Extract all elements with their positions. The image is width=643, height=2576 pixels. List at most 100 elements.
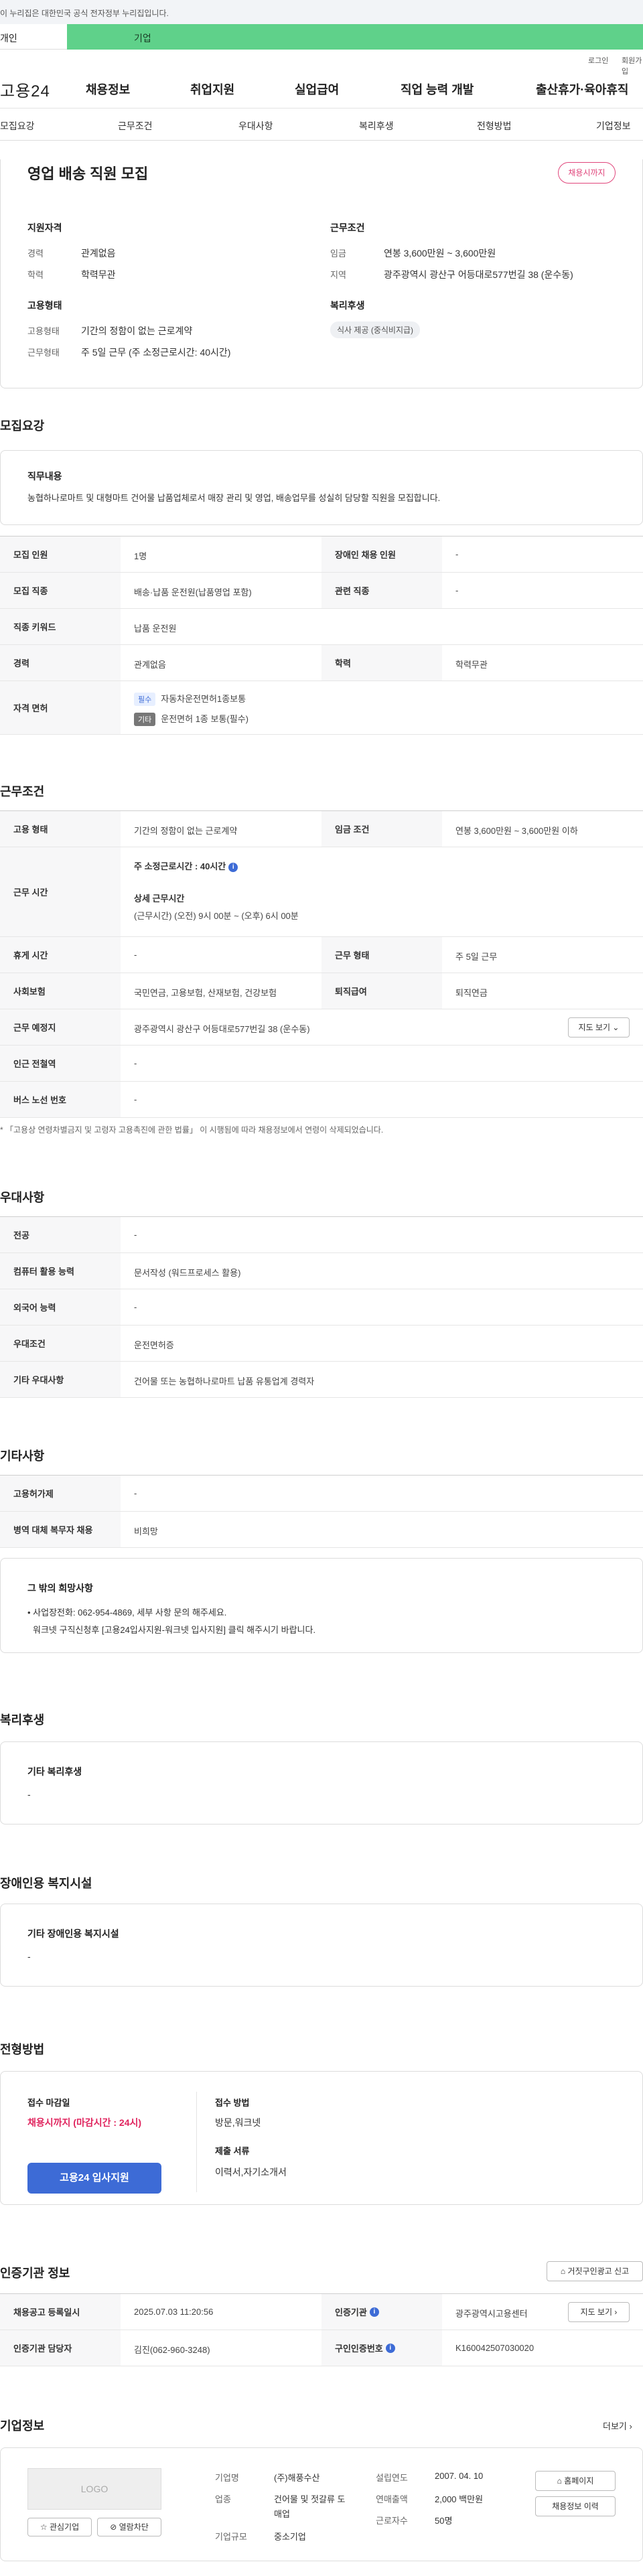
founded-value: 2007. 04. 10 [435, 2471, 484, 2481]
welfare-card: 기타 복리후생 - [0, 1741, 643, 1824]
disability-card-heading: 기타 장애인용 복지시설 [27, 1928, 119, 1939]
duty-card: 직무내용 농협하나로마트 및 대형마트 건어물 납품업체로서 매장 관리 및 영… [0, 450, 643, 525]
company-more-link[interactable]: 더보기 › [603, 2419, 632, 2432]
agency-map-button[interactable]: 지도 보기 › [568, 2302, 630, 2322]
table-row: 컴퓨터 활용 능력 문서작성 (워드프로세스 활용) [0, 1253, 643, 1289]
block-view-button[interactable]: ⊘ 열람차단 [97, 2518, 161, 2536]
method-value: 방문,워크넷 [215, 2117, 261, 2128]
nav-parental-leave[interactable]: 출산휴가·육아휴직 [536, 80, 628, 98]
anchor-recruit[interactable]: 모집요강 [0, 119, 35, 133]
table-row: 버스 노선 번호 - [0, 1082, 643, 1118]
info-icon[interactable]: i [369, 2307, 379, 2317]
global-nav: 고용24 채용정보 취업지원 실업급여 직업 능력 개발 출산휴가·육아휴직 [0, 64, 643, 109]
row-value: - [134, 1302, 137, 1312]
tab-personal[interactable]: 개인 [0, 24, 67, 50]
homepage-button[interactable]: ⌂ 홈페이지 [535, 2471, 616, 2491]
license-required-value: 자동차운전면허1종보통 [161, 694, 246, 704]
report-fake-ad-button[interactable]: ⌂ 거짓구인광고 신고 [547, 2261, 643, 2281]
industry-value: 건어물 및 젓갈류 도매업 [274, 2494, 346, 2519]
row-header: 퇴직급여 [322, 973, 442, 1009]
row-header: 근무 형태 [322, 937, 442, 973]
divider [196, 2092, 197, 2192]
row-header: 모집 직종 [0, 573, 121, 608]
wish-line-1: • 사업장전화: 062-954-4869, 세부 사항 문의 해주세요. [27, 1607, 227, 1618]
disability-card-value: - [27, 1951, 31, 1962]
recruit-table: 모집 인원 1명 장애인 채용 인원 - 모집 직종 배송·납품 운전원(납품영… [0, 536, 643, 735]
size-value: 중소기업 [274, 2532, 306, 2542]
welfare-chip: 식사 제공 (중식비지급) [330, 321, 421, 338]
docs-value: 이력서,자기소개서 [215, 2167, 287, 2177]
interest-company-button[interactable]: ☆ 관심기업 [27, 2518, 92, 2536]
tab-company-label: 기업 [134, 33, 151, 44]
tab-company[interactable]: 기업 [67, 24, 643, 50]
anchor-conditions[interactable]: 근무조건 [118, 119, 153, 133]
table-row: 전공 - [0, 1217, 643, 1253]
workform-label: 근무형태 [27, 348, 60, 358]
job-history-button[interactable]: 채용정보 이력 [535, 2496, 616, 2516]
other-table: 고용허가제 - 병역 대체 복무자 채용 비희망 [0, 1475, 643, 1548]
anchor-selection[interactable]: 전형방법 [477, 119, 512, 133]
row-value: 건어물 또는 농협하나로마트 납품 유통업계 경력자 [134, 1376, 315, 1386]
hours-detail-value: (근무시간) (오전) 9시 00분 ~ (오후) 6시 00분 [134, 911, 299, 921]
wish-heading: 그 밖의 희망사항 [27, 1583, 93, 1593]
table-row: 근무 시간 주 소정근로시간 : 40시간 i 상세 근무시간 (근무시간) (오… [0, 847, 643, 937]
disability-title: 장애인용 복지시설 [0, 1877, 92, 1890]
row-header: 사회보험 [0, 973, 121, 1009]
row-header: 직종 키워드 [0, 609, 121, 644]
nav-unemployment-benefit[interactable]: 실업급여 [295, 80, 339, 98]
license-required: 필수 자동차운전면허1종보통 [134, 692, 246, 706]
row-header: 병역 대체 복무자 채용 [0, 1512, 121, 1547]
wage-label: 임금 [330, 248, 346, 259]
revenue-label: 연매출액 [376, 2494, 408, 2504]
row-value: 2025.07.03 11:20:56 [134, 2307, 214, 2317]
row-value: - [134, 950, 137, 960]
nav-employment-support[interactable]: 취업지원 [190, 80, 234, 98]
anchor-company[interactable]: 기업정보 [596, 119, 631, 133]
agency-label: 인증기관 [335, 2307, 367, 2317]
row-value: 납품 운전원 [134, 624, 177, 634]
gov-banner-text: 이 누리집은 대한민국 공식 전자정부 누리집입니다. [0, 9, 169, 18]
row-value: 광주광역시 광산구 어등대로577번길 38 (운수동) [134, 1024, 310, 1034]
table-row: 고용허가제 - [0, 1476, 643, 1512]
region-label: 지역 [330, 270, 346, 280]
row-value: 운전면허증 [134, 1340, 174, 1350]
row-header: 인증기관 i [322, 2294, 442, 2330]
home-icon: ⌂ [557, 2476, 562, 2486]
table-row: 근무 예정지 광주광역시 광산구 어등대로577번길 38 (운수동) 지도 보… [0, 1009, 643, 1046]
anchor-welfare[interactable]: 복리후생 [359, 119, 394, 133]
section-anchor-tabs: 모집요강 근무조건 우대사항 복리후생 전형방법 기업정보 [0, 109, 643, 141]
row-value: 퇴직연금 [455, 988, 488, 998]
info-icon[interactable]: i [385, 2343, 395, 2353]
info-icon[interactable]: i [228, 862, 238, 872]
employees-label: 근로자수 [376, 2516, 408, 2526]
wage-value: 연봉 3,600만원 ~ 3,600만원 [384, 248, 496, 259]
row-value: 관계없음 [134, 660, 166, 670]
nav-job-info[interactable]: 채용정보 [86, 80, 130, 98]
emp-heading: 고용형태 [27, 300, 62, 311]
conditions-table: 고용 형태 기간의 정함이 없는 근로계약 임금 조건 연봉 3,600만원 ~… [0, 810, 643, 1118]
table-row: 모집 직종 배송·납품 운전원(납품영업 포함) 관련 직종 - [0, 573, 643, 609]
cond-heading: 근무조건 [330, 222, 365, 233]
home-icon: ⌂ [560, 2267, 566, 2276]
summary-card: 영업 배송 직원 모집 채용시까지 지원자격 경력 관계없음 학력 학력무관 근… [0, 159, 643, 388]
homepage-label: 홈페이지 [564, 2476, 594, 2486]
row-header: 모집 인원 [0, 536, 121, 572]
map-view-button[interactable]: 지도 보기 ⌄ [568, 1017, 630, 1037]
company-name-value: (주)해풍수산 [274, 2473, 320, 2483]
disability-card: 기타 장애인용 복지시설 - [0, 1904, 643, 1987]
nav-skill-development[interactable]: 직업 능력 개발 [401, 80, 474, 98]
license-other: 기타 운전면허 1종 보통(필수) [134, 712, 248, 726]
weekly-hours: 주 소정근로시간 : 40시간 i [134, 859, 238, 872]
anchor-preference[interactable]: 우대사항 [238, 119, 273, 133]
row-value: 배송·납품 운전원(납품영업 포함) [134, 587, 252, 597]
site-logo[interactable]: 고용24 [0, 78, 50, 101]
table-row: 인증기관 담당자 김진(062-960-3248) 구인인증번호 i K16004… [0, 2330, 643, 2366]
table-row: 휴게 시간 - 근무 형태 주 5일 근무 [0, 937, 643, 973]
welfare-card-value: - [27, 1789, 31, 1800]
edu-value: 학력무관 [81, 269, 116, 280]
apply-button[interactable]: 고용24 입사지원 [27, 2163, 161, 2194]
row-header: 장애인 채용 인원 [322, 536, 442, 572]
table-row: 고용 형태 기간의 정함이 없는 근로계약 임금 조건 연봉 3,600만원 ~… [0, 811, 643, 847]
table-row: 채용공고 등록일시 2025.07.03 11:20:56 인증기관 i 광주광역… [0, 2294, 643, 2330]
block-label: 열람차단 [119, 2522, 149, 2532]
